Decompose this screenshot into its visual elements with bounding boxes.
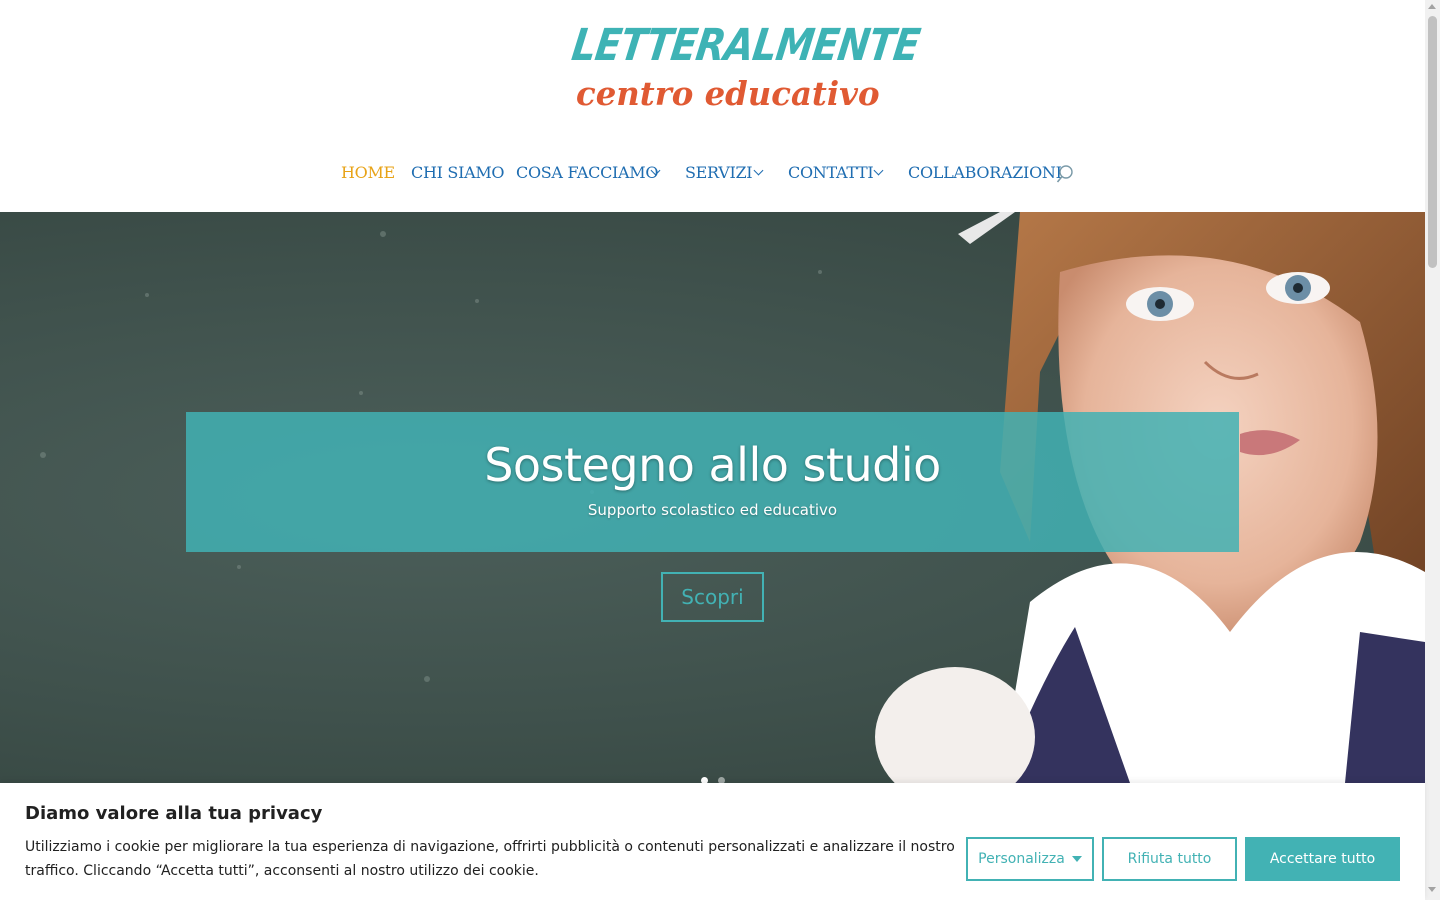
scroll-up-arrow-icon[interactable] xyxy=(1428,4,1436,9)
logo-title: LETTERALMENTE xyxy=(568,20,923,71)
site-logo[interactable]: LETTERALMENTE centro educativo xyxy=(569,14,923,116)
nav-item-contatti[interactable]: CONTATTI xyxy=(788,163,874,182)
customize-button[interactable]: Personalizza xyxy=(966,837,1094,881)
search-icon[interactable] xyxy=(1056,164,1074,184)
scrollbar-thumb[interactable] xyxy=(1428,16,1437,268)
nav-item-servizi[interactable]: SERVIZI xyxy=(685,163,753,182)
cookie-title: Diamo valore alla tua privacy xyxy=(25,803,323,824)
chevron-down-icon xyxy=(753,165,764,176)
nav-item-cosa-facciamo[interactable]: COSA FACCIAMO xyxy=(516,163,658,182)
hero-caption-box: Sostegno allo studio Supporto scolastico… xyxy=(186,412,1239,552)
reject-all-button[interactable]: Rifiuta tutto xyxy=(1102,837,1237,881)
accept-all-button[interactable]: Accettare tutto xyxy=(1245,837,1400,881)
main-nav: HOME CHI SIAMO COSA FACCIAMO SERVIZI CON… xyxy=(0,160,1425,188)
scroll-down-arrow-icon[interactable] xyxy=(1428,887,1436,892)
nav-item-chi-siamo[interactable]: CHI SIAMO xyxy=(411,163,505,182)
page-scrollbar[interactable] xyxy=(1425,0,1440,900)
nav-item-collaborazioni[interactable]: COLLABORAZIONI xyxy=(908,163,1062,182)
chevron-down-icon xyxy=(873,165,884,176)
cookie-consent-banner: Diamo valore alla tua privacy Utilizziam… xyxy=(0,783,1425,900)
cookie-description: Utilizziamo i cookie per migliorare la t… xyxy=(25,839,955,879)
nav-item-home[interactable]: HOME xyxy=(341,163,395,182)
scopri-button[interactable]: Scopri xyxy=(661,572,764,622)
hero-subtitle: Supporto scolastico ed educativo xyxy=(587,501,838,519)
hero-slider: Sostegno allo studio Supporto scolastico… xyxy=(0,212,1425,783)
customize-button-label: Personalizza xyxy=(978,851,1065,867)
site-header: LETTERALMENTE centro educativo HOME CHI … xyxy=(0,0,1425,212)
caret-down-icon xyxy=(1071,856,1082,862)
logo-subtitle: centro educativo xyxy=(576,74,880,113)
hero-title: Sostegno allo studio xyxy=(484,438,941,492)
